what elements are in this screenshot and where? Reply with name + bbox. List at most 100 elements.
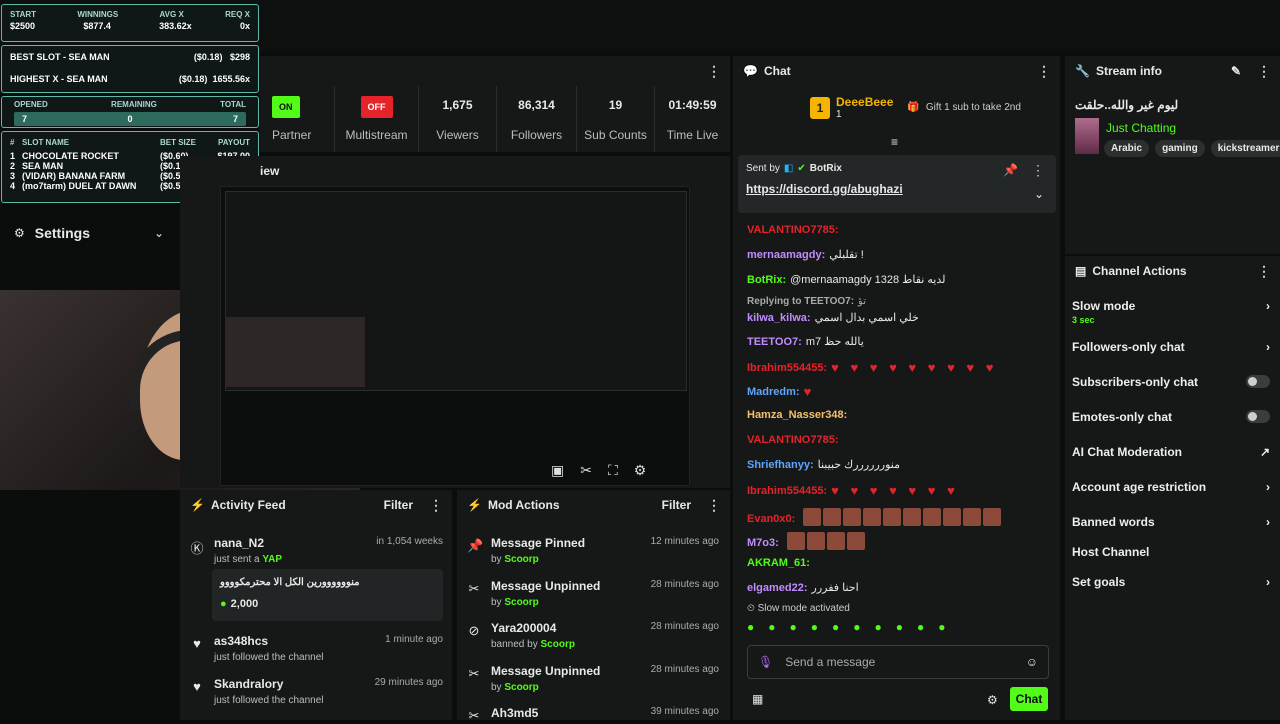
multistream-stat[interactable]: OFF Multistream — [334, 86, 418, 152]
top-gifter-count: 1 — [836, 109, 842, 120]
emote-icon[interactable]: ● — [917, 620, 924, 634]
store-icon[interactable]: ▦ — [752, 692, 763, 706]
chat-username[interactable]: kilwa_kilwa: — [747, 312, 811, 324]
multistream-badge: OFF — [360, 96, 393, 118]
chat-input[interactable]: 🎙 Send a message ☺ — [747, 645, 1049, 679]
more-icon[interactable]: ⋮ — [1037, 63, 1051, 80]
chat-username[interactable]: BotRix: — [747, 274, 786, 286]
tag[interactable]: kickstreamer — [1210, 140, 1280, 157]
chat-text: @mernaamagdy 1328 لديه نقاط — [790, 274, 946, 286]
more-icon[interactable]: ⋮ — [1257, 263, 1271, 280]
account-age-row[interactable]: Account age restriction › — [1072, 480, 1270, 494]
more-icon[interactable]: ⋮ — [1257, 63, 1271, 80]
emote-icon[interactable]: ● — [938, 620, 945, 634]
mic-icon[interactable]: 🎙 — [758, 655, 773, 669]
emote-icon[interactable]: ● — [790, 620, 797, 634]
slow-mode-row[interactable]: Slow mode 3 sec › — [1072, 299, 1270, 325]
emote-icon[interactable]: ● — [853, 620, 860, 634]
gift-text[interactable]: Gift 1 sub to take 2nd — [926, 102, 1021, 113]
chat-username[interactable]: Ibrahim554455: — [747, 485, 827, 497]
chat-username[interactable]: TEETOO7: — [747, 336, 802, 348]
best-slot-box: BEST SLOT - SEA MAN ($0.18) $298 HIGHEST … — [1, 45, 259, 93]
more-icon[interactable]: ⋮ — [707, 497, 721, 514]
emote-icon[interactable]: ● — [875, 620, 882, 634]
yap-amount: 2,000 — [230, 598, 259, 610]
activity-item: ♥ as348hcs just followed the channel 1 mi… — [190, 634, 443, 663]
more-icon[interactable]: ⋮ — [429, 497, 443, 514]
chat-send-button[interactable]: Chat — [1010, 687, 1048, 711]
emote-icon[interactable]: ● — [896, 620, 903, 634]
tag[interactable]: gaming — [1155, 140, 1205, 157]
chat-username[interactable]: Madredm: — [747, 386, 800, 398]
edit-icon[interactable]: ✎ — [1231, 64, 1241, 78]
host-channel-label: Host Channel — [1072, 545, 1150, 559]
chat-username[interactable]: Ibrahim554455: — [747, 362, 827, 374]
subs-value: 19 — [608, 98, 623, 112]
chat-text: ♥ — [803, 384, 816, 399]
emote-icon[interactable]: ● — [768, 620, 775, 634]
pinned-message[interactable]: Sent by ◧ ✔ BotRix https://discord.gg/abugh… — [738, 155, 1056, 213]
partner-stat[interactable]: ON Partner — [260, 86, 334, 152]
ai-moderation-row[interactable]: AI Chat Moderation ↗ — [1072, 445, 1270, 459]
unpin-icon: ✂ — [468, 665, 480, 681]
yap-message: منوووووورين الكل الا محترمكوووو — [220, 577, 360, 588]
settings-row[interactable]: ⚙ Settings ⌄ — [14, 225, 164, 241]
activity-time: 29 minutes ago — [374, 677, 443, 688]
expand-icon[interactable]: ≡ — [891, 135, 898, 149]
followers-only-row[interactable]: Followers-only chat › — [1072, 340, 1270, 354]
settings-icon[interactable]: ⚙ — [634, 462, 647, 479]
activity-filter-button[interactable]: Filter — [384, 498, 413, 512]
start-value: $2500 — [10, 21, 36, 31]
emotes-only-toggle[interactable] — [1246, 410, 1270, 423]
chat-username[interactable]: VALANTINO7785: — [747, 224, 838, 236]
stream-info-title: Stream info — [1095, 64, 1162, 78]
mod-action-item: ⊘ Yara200004 banned by Scoorp 28 minutes ag… — [467, 621, 719, 650]
pip-icon[interactable]: ▣ — [551, 462, 564, 479]
slot-col-payout: PAYOUT — [217, 138, 250, 147]
subscribers-only-row[interactable]: Subscribers-only chat — [1072, 375, 1270, 389]
clip-icon[interactable]: ✂ — [580, 462, 592, 479]
mod-filter-button[interactable]: Filter — [662, 498, 691, 512]
chat-settings-icon[interactable]: ⚙ — [987, 693, 998, 707]
subscribers-only-toggle[interactable] — [1246, 375, 1270, 388]
host-channel-row[interactable]: Host Channel — [1072, 545, 1270, 559]
slot-col-name: SLOT NAME — [22, 138, 70, 147]
viewers-stat: 1,675 Viewers — [418, 86, 496, 152]
category-name[interactable]: Just Chatting — [1106, 121, 1176, 135]
chat-username[interactable]: AKRAM_61: — [747, 557, 810, 569]
emote-icon[interactable]: ● — [811, 620, 818, 634]
emotes-only-row[interactable]: Emotes-only chat — [1072, 410, 1270, 424]
set-goals-row[interactable]: Set goals › — [1072, 575, 1270, 589]
chat-username[interactable]: Shriefhanyy: — [747, 459, 814, 471]
fullscreen-icon[interactable]: ⛶ — [608, 462, 618, 479]
pinned-link[interactable]: https://discord.gg/abughazi — [746, 182, 1048, 196]
more-icon[interactable]: ⋮ — [707, 63, 721, 80]
external-link-icon: ↗ — [1259, 445, 1270, 459]
chat-username[interactable]: M7o3: — [747, 537, 779, 549]
emote-icon[interactable]: ● — [832, 620, 839, 634]
activity-sub: just followed the channel — [214, 652, 324, 663]
emote-icon[interactable]: ● — [747, 620, 754, 634]
mod-by: by — [491, 681, 502, 693]
more-icon[interactable]: ⋮ — [1031, 162, 1045, 179]
chat-text: احنا ففررر — [811, 582, 859, 594]
chat-text: خلي اسمي بدال اسمي — [814, 312, 919, 324]
chat-username[interactable]: VALANTINO7785: — [747, 434, 838, 446]
chevron-down-icon[interactable]: ⌄ — [1034, 187, 1044, 201]
emoji-icon[interactable]: ☺ — [1026, 655, 1038, 669]
chat-username[interactable]: mernaamagdy: — [747, 249, 825, 261]
followers-stat: 86,314 Followers — [496, 86, 576, 152]
chat-username[interactable]: elgamed22: — [747, 582, 808, 594]
pin-icon[interactable]: 📌 — [1003, 163, 1018, 177]
chat-message: VALANTINO7785: — [747, 434, 842, 446]
slot-name: (mo7tarm) DUEL AT DAWN — [22, 181, 137, 191]
banned-words-row[interactable]: Banned words › — [1072, 515, 1270, 529]
chat-username[interactable]: Hamza_Nasser348: — [747, 409, 847, 421]
opened-box: OPENED REMAINING TOTAL 7 0 7 — [1, 96, 259, 128]
mod-by: banned by — [491, 639, 538, 650]
mod-action-text: Ah3md5 — [491, 706, 539, 720]
chat-username[interactable]: Evan0x0: — [747, 513, 795, 525]
chat-username[interactable]: Replying to TEETOO7: — [747, 296, 854, 307]
list-icon: ▤ — [1075, 264, 1087, 278]
tag[interactable]: Arabic — [1104, 140, 1150, 157]
